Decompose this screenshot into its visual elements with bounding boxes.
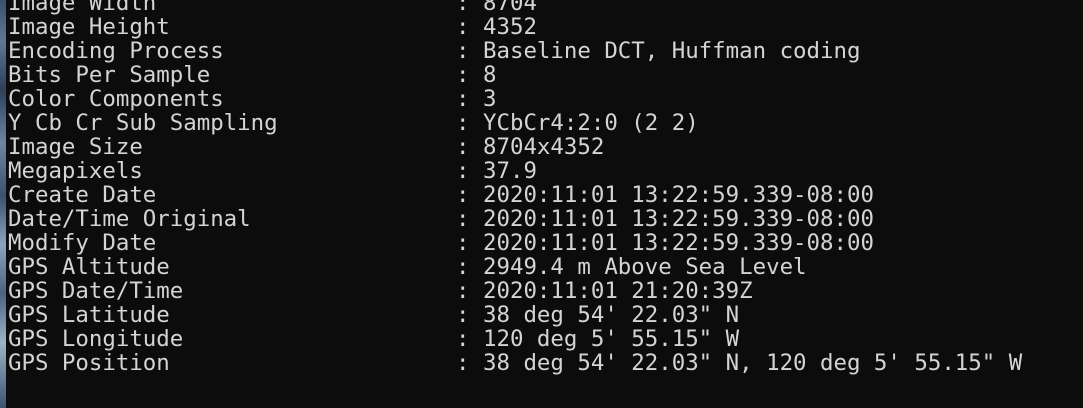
field-name: Color Components xyxy=(8,86,224,112)
separator: : xyxy=(456,326,483,352)
exif-row: Y Cb Cr Sub Sampling: YCbCr4:2:0 (2 2) xyxy=(8,111,1078,135)
field-name: GPS Latitude xyxy=(8,302,170,328)
exif-row: Image Width: 8704 xyxy=(8,0,1078,15)
console-window[interactable]: Image Width: 8704 Image Height: 4352 Enc… xyxy=(0,0,1083,408)
exif-row: Encoding Process: Baseline DCT, Huffman … xyxy=(8,39,1078,63)
field-name: GPS Position xyxy=(8,350,170,376)
separator: : xyxy=(456,62,483,88)
exif-row: GPS Latitude: 38 deg 54' 22.03" N xyxy=(8,303,1078,327)
field-name: Bits Per Sample xyxy=(8,62,211,88)
field-name: Encoding Process xyxy=(8,38,224,64)
field-name: GPS Longitude xyxy=(8,326,184,352)
separator: : xyxy=(456,278,483,304)
field-name: Create Date xyxy=(8,182,157,208)
field-value: 8 xyxy=(483,62,497,88)
exif-row: Color Components: 3 xyxy=(8,87,1078,111)
field-value: 120 deg 5' 55.15" W xyxy=(483,326,740,352)
separator: : xyxy=(456,134,483,160)
field-name: Image Width xyxy=(8,0,157,16)
exif-row: Image Height: 4352 xyxy=(8,15,1078,39)
field-name: Modify Date xyxy=(8,230,157,256)
separator: : xyxy=(456,86,483,112)
separator: : xyxy=(456,254,483,280)
field-value: 2949.4 m Above Sea Level xyxy=(483,254,807,280)
field-name: Date/Time Original xyxy=(8,206,251,232)
field-value: 37.9 xyxy=(483,158,537,184)
field-value: 2020:11:01 21:20:39Z xyxy=(483,278,753,304)
exif-row: Megapixels: 37.9 xyxy=(8,159,1078,183)
field-name: Megapixels xyxy=(8,158,143,184)
field-value: 2020:11:01 13:22:59.339-08:00 xyxy=(483,206,874,232)
field-name: GPS Date/Time xyxy=(8,278,184,304)
exif-row: GPS Position: 38 deg 54' 22.03" N, 120 d… xyxy=(8,351,1078,375)
separator: : xyxy=(456,38,483,64)
exif-row: Bits Per Sample: 8 xyxy=(8,63,1078,87)
separator: : xyxy=(456,350,483,376)
field-name: GPS Altitude xyxy=(8,254,170,280)
field-value: YCbCr4:2:0 (2 2) xyxy=(483,110,699,136)
separator: : xyxy=(456,110,483,136)
exif-row: GPS Longitude: 120 deg 5' 55.15" W xyxy=(8,327,1078,351)
exif-row: Image Size: 8704x4352 xyxy=(8,135,1078,159)
exif-row: GPS Altitude: 2949.4 m Above Sea Level xyxy=(8,255,1078,279)
field-value: 2020:11:01 13:22:59.339-08:00 xyxy=(483,230,874,256)
exif-row: GPS Date/Time: 2020:11:01 21:20:39Z xyxy=(8,279,1078,303)
field-value: 38 deg 54' 22.03" N xyxy=(483,302,740,328)
separator: : xyxy=(456,158,483,184)
field-value: 2020:11:01 13:22:59.339-08:00 xyxy=(483,182,874,208)
background-wallpaper-strip xyxy=(0,0,6,408)
field-value: 38 deg 54' 22.03" N, 120 deg 5' 55.15" W xyxy=(483,350,1023,376)
field-name: Image Size xyxy=(8,134,143,160)
separator: : xyxy=(456,14,483,40)
field-name: Y Cb Cr Sub Sampling xyxy=(8,110,278,136)
separator: : xyxy=(456,230,483,256)
exif-output: Image Width: 8704 Image Height: 4352 Enc… xyxy=(8,0,1078,375)
field-value: Baseline DCT, Huffman coding xyxy=(483,38,861,64)
exif-row: Date/Time Original: 2020:11:01 13:22:59.… xyxy=(8,207,1078,231)
exif-row: Create Date: 2020:11:01 13:22:59.339-08:… xyxy=(8,183,1078,207)
separator: : xyxy=(456,206,483,232)
separator: : xyxy=(456,0,483,16)
field-value: 4352 xyxy=(483,14,537,40)
field-value: 3 xyxy=(483,86,497,112)
field-name: Image Height xyxy=(8,14,170,40)
separator: : xyxy=(456,302,483,328)
field-value: 8704x4352 xyxy=(483,134,605,160)
separator: : xyxy=(456,182,483,208)
exif-row: Modify Date: 2020:11:01 13:22:59.339-08:… xyxy=(8,231,1078,255)
